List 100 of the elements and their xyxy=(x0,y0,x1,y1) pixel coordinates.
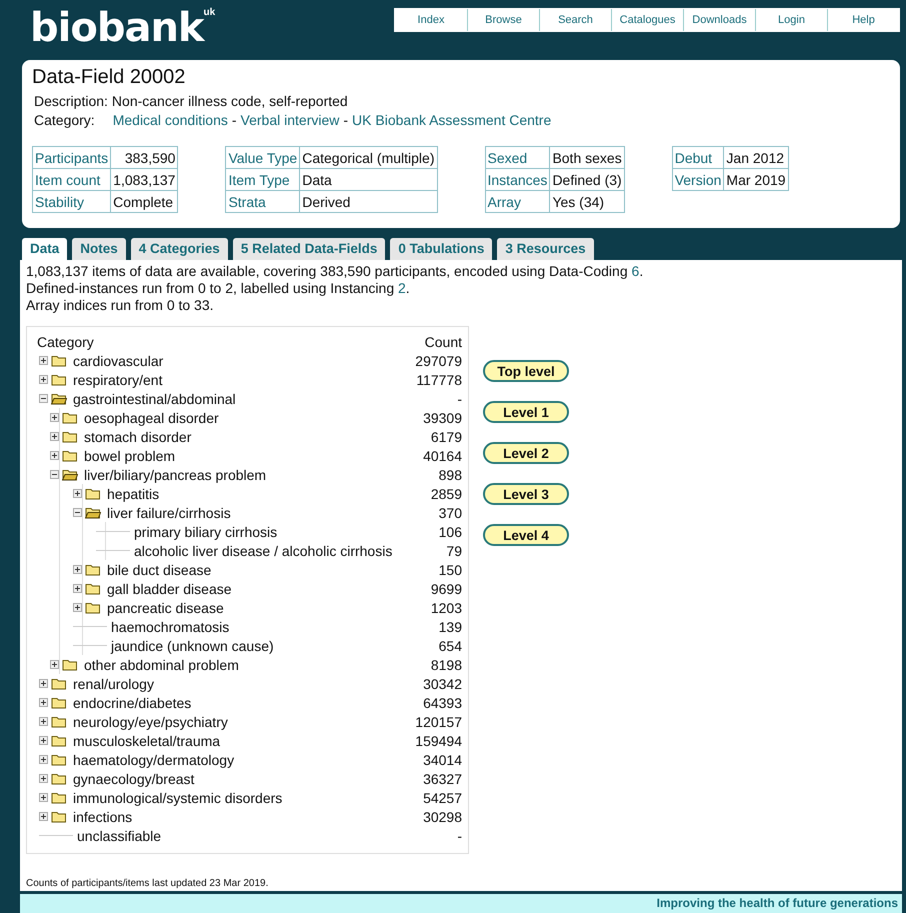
category-count: 30342 xyxy=(423,676,462,692)
expand-icon[interactable] xyxy=(73,584,82,593)
category-count: - xyxy=(457,828,462,844)
category-name[interactable]: gynaecology/breast xyxy=(73,770,416,786)
info-label[interactable]: Stability xyxy=(32,190,111,212)
tab[interactable]: 4 Categories xyxy=(130,238,228,260)
category-name[interactable]: jaundice (unknown cause) xyxy=(111,638,431,654)
category-name[interactable]: stomach disorder xyxy=(84,428,423,444)
link[interactable]: 6 xyxy=(632,263,640,279)
category-count: - xyxy=(457,390,462,406)
folder-icon xyxy=(51,734,67,747)
info-label[interactable]: Version xyxy=(672,168,724,190)
category-name[interactable]: respiratory/ent xyxy=(73,372,408,388)
info-label[interactable]: Item count xyxy=(32,168,111,190)
category-name[interactable]: pancreatic disease xyxy=(107,600,423,616)
category-count: 39309 xyxy=(423,410,462,426)
folder-icon xyxy=(85,487,101,500)
category-name[interactable]: gastrointestinal/abdominal xyxy=(73,390,450,406)
expand-icon[interactable] xyxy=(39,679,48,688)
expand-icon[interactable] xyxy=(39,774,48,783)
category-name[interactable]: primary biliary cirrhosis xyxy=(134,524,431,540)
summary-text: 1,083,137 items of data are available, covering 383,590 participants, encoded using Data-Coding 6. xyxy=(26,263,644,280)
info-label[interactable]: Array xyxy=(485,190,550,212)
expand-icon[interactable] xyxy=(50,451,59,460)
tab[interactable]: 0 Tabulations xyxy=(390,238,492,260)
info-label[interactable]: Value Type xyxy=(226,146,300,168)
expand-icon[interactable] xyxy=(50,413,59,422)
category-name[interactable]: immunological/systemic disorders xyxy=(73,790,416,806)
info-label[interactable]: Debut xyxy=(672,146,724,168)
category-name[interactable]: unclassifiable xyxy=(77,828,450,844)
expand-icon[interactable] xyxy=(39,698,48,707)
category-name[interactable]: haemochromatosis xyxy=(111,618,431,634)
folder-icon xyxy=(51,810,67,823)
info-label[interactable]: Item Type xyxy=(226,168,300,190)
category-count: 120157 xyxy=(415,714,462,730)
expand-icon[interactable] xyxy=(39,375,48,384)
page-title: Data-Field 20002 xyxy=(32,66,186,89)
info-label[interactable]: Participants xyxy=(32,146,111,168)
info-label[interactable]: Strata xyxy=(226,190,300,212)
category-count: 106 xyxy=(438,524,462,540)
expand-icon[interactable] xyxy=(73,489,82,498)
category-name[interactable]: liver/biliary/pancreas problem xyxy=(84,466,431,482)
breadcrumb-separator: - xyxy=(232,112,237,128)
open-folder-icon xyxy=(62,468,78,481)
category-link[interactable]: Verbal interview xyxy=(240,112,340,128)
category-count: 898 xyxy=(438,466,462,482)
info-label[interactable]: Instances xyxy=(485,168,550,190)
info-value: Categorical (multiple) xyxy=(300,146,437,168)
category-name[interactable]: bowel problem xyxy=(84,448,416,464)
expand-icon[interactable] xyxy=(50,432,59,441)
collapse-icon[interactable] xyxy=(73,508,82,517)
category-name[interactable]: endocrine/diabetes xyxy=(73,694,416,710)
category-name[interactable]: liver failure/cirrhosis xyxy=(107,504,431,520)
tab[interactable]: 5 Related Data-Fields xyxy=(232,238,386,260)
level-button[interactable]: Level 4 xyxy=(483,524,569,546)
category-name[interactable]: alcoholic liver disease / alcoholic cirrhosis xyxy=(134,542,438,558)
category-name[interactable]: gall bladder disease xyxy=(107,580,423,596)
level-button[interactable]: Level 3 xyxy=(483,483,569,505)
category-name[interactable]: infections xyxy=(73,808,416,824)
tab[interactable]: Data xyxy=(22,238,68,260)
category-name[interactable]: other abdominal problem xyxy=(84,656,423,672)
category-name[interactable]: renal/urology xyxy=(73,676,416,692)
category-link[interactable]: Medical conditions xyxy=(112,112,228,128)
expand-icon[interactable] xyxy=(73,565,82,574)
expand-icon[interactable] xyxy=(50,660,59,669)
category-name[interactable]: bile duct disease xyxy=(107,562,431,578)
category-name[interactable]: hepatitis xyxy=(107,486,423,502)
level-button[interactable]: Level 1 xyxy=(483,401,569,423)
category-count: 64393 xyxy=(423,694,462,710)
level-button[interactable]: Top level xyxy=(483,360,569,382)
info-label[interactable]: Sexed xyxy=(485,146,550,168)
category-name[interactable]: oesophageal disorder xyxy=(84,410,416,426)
category-name[interactable]: haematology/dermatology xyxy=(73,752,416,768)
category-link[interactable]: UK Biobank Assessment Centre xyxy=(352,112,552,128)
folder-icon xyxy=(51,677,67,690)
category-name[interactable]: musculoskeletal/trauma xyxy=(73,732,408,748)
column-header: Category xyxy=(37,334,95,350)
expand-icon[interactable] xyxy=(39,736,48,745)
category-count: 139 xyxy=(438,618,462,634)
expand-icon[interactable] xyxy=(39,812,48,821)
collapse-icon[interactable] xyxy=(50,470,59,479)
category-name[interactable]: neurology/eye/psychiatry xyxy=(73,714,408,730)
open-folder-icon xyxy=(51,392,67,405)
folder-icon xyxy=(85,563,101,576)
expand-icon[interactable] xyxy=(39,356,48,365)
expand-icon[interactable] xyxy=(39,717,48,726)
collapse-icon[interactable] xyxy=(39,394,48,403)
category-count: 159494 xyxy=(415,732,462,748)
level-button[interactable]: Level 2 xyxy=(483,442,569,464)
tab[interactable]: Notes xyxy=(72,238,126,260)
expand-icon[interactable] xyxy=(73,603,82,612)
biobank-logo[interactable]: biobank$^{uk}$ xyxy=(30,6,216,50)
link[interactable]: 2 xyxy=(398,280,406,296)
category-count: 9699 xyxy=(430,580,462,596)
category-name[interactable]: cardiovascular xyxy=(73,352,408,368)
tab[interactable]: 3 Resources xyxy=(497,238,594,260)
info-value: Complete xyxy=(110,190,178,212)
expand-icon[interactable] xyxy=(39,755,48,764)
expand-icon[interactable] xyxy=(39,793,48,802)
category-count: 40164 xyxy=(423,448,462,464)
